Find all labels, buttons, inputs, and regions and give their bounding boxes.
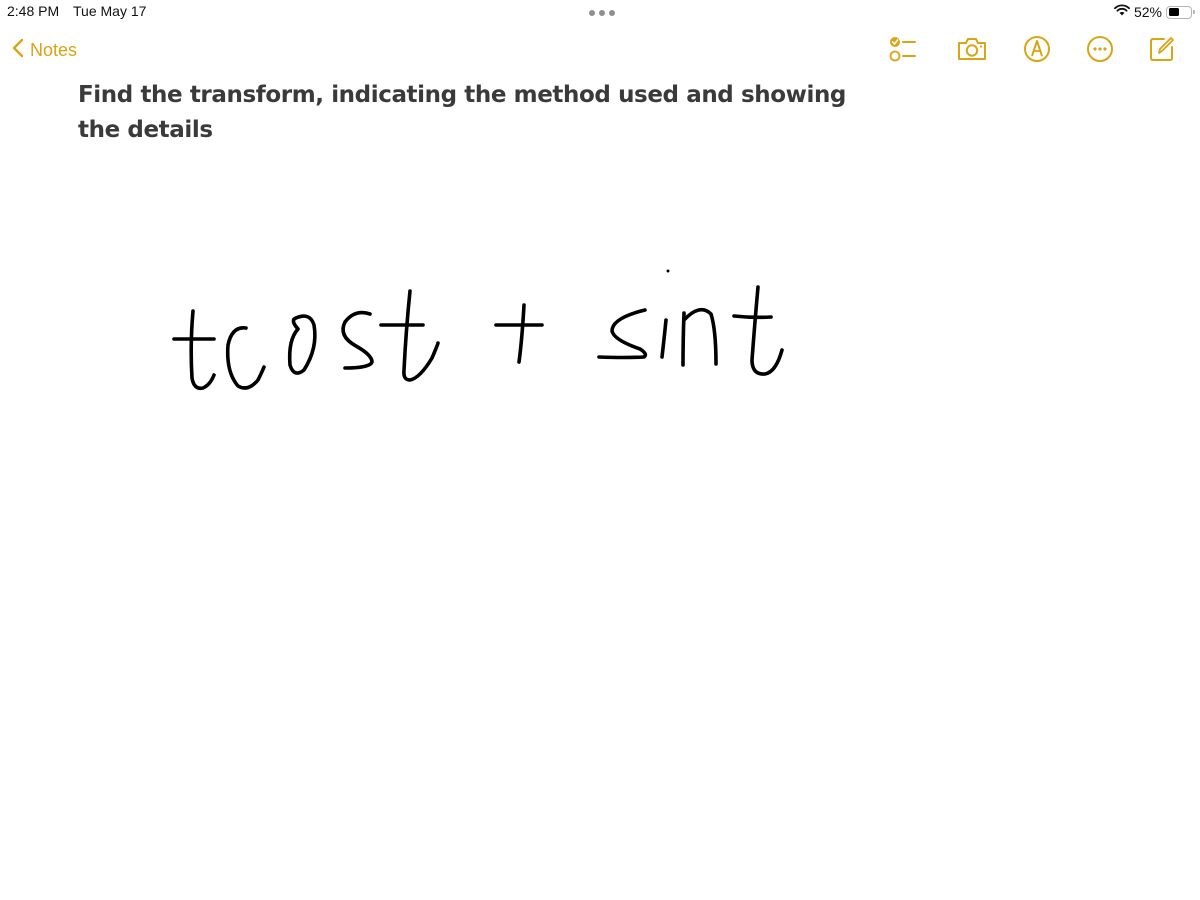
multitasking-handle[interactable] bbox=[589, 10, 615, 16]
markup-pen-icon bbox=[1022, 34, 1052, 69]
wifi-icon bbox=[1114, 3, 1130, 21]
compose-button[interactable] bbox=[1146, 36, 1178, 66]
more-button[interactable] bbox=[1084, 34, 1116, 69]
ink-stroke bbox=[597, 308, 648, 360]
nav-bar: Notes bbox=[0, 30, 1200, 72]
toolbar bbox=[0, 34, 1200, 69]
ink-strokes bbox=[172, 269, 784, 391]
battery-icon bbox=[1166, 5, 1195, 19]
ink-stroke bbox=[517, 303, 526, 364]
ink-dot bbox=[666, 269, 670, 273]
battery-tip bbox=[1193, 10, 1195, 14]
ink-stroke bbox=[225, 326, 266, 390]
ink-stroke bbox=[732, 314, 773, 320]
battery-level bbox=[1168, 8, 1180, 16]
status-time: 2:48 PM bbox=[7, 3, 60, 19]
ellipsis-circle-icon bbox=[1085, 34, 1115, 69]
status-bar: 2:48 PM Tue May 17 52% bbox=[0, 0, 1200, 24]
note-title[interactable]: Find the transform, indicating the metho… bbox=[78, 78, 878, 148]
ink-stroke bbox=[189, 309, 216, 391]
ink-stroke bbox=[682, 307, 718, 366]
compose-icon bbox=[1147, 34, 1177, 69]
checklist-button[interactable] bbox=[888, 36, 920, 66]
status-date: Tue May 17 bbox=[73, 3, 147, 19]
battery-percent: 52% bbox=[1133, 4, 1162, 20]
ink-stroke bbox=[750, 285, 784, 376]
ink-stroke bbox=[287, 314, 317, 375]
checklist-icon bbox=[888, 34, 920, 69]
ink-stroke bbox=[341, 310, 374, 370]
ink-stroke bbox=[402, 289, 440, 382]
ink-stroke bbox=[660, 318, 668, 359]
handwriting-canvas[interactable]: tcost + sint bbox=[0, 150, 1200, 900]
dot-icon bbox=[599, 10, 605, 16]
dot-icon bbox=[589, 10, 595, 16]
status-indicators: 52% bbox=[1114, 3, 1195, 21]
dot-icon bbox=[609, 10, 615, 16]
markup-button[interactable] bbox=[1021, 34, 1053, 69]
camera-button[interactable] bbox=[956, 36, 988, 66]
camera-icon bbox=[956, 36, 988, 67]
